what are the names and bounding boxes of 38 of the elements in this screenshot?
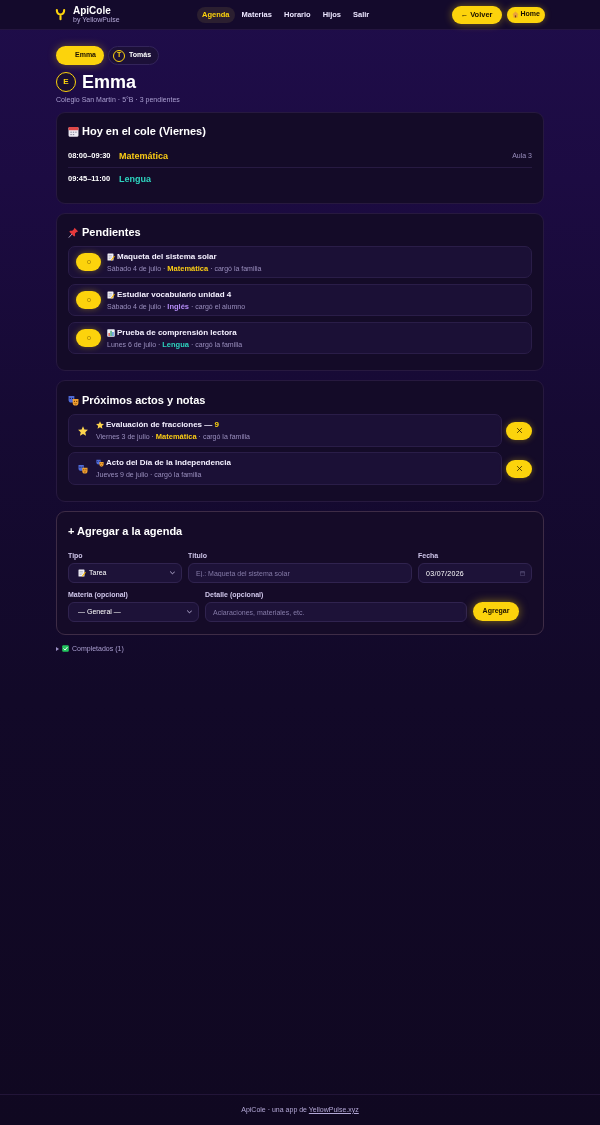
star-icon <box>78 425 88 436</box>
close-icon <box>516 466 522 471</box>
star-icon <box>96 421 104 429</box>
bar-chart-icon <box>107 328 115 337</box>
theater-masks-icon <box>96 459 104 467</box>
card-title: Hoy en el cole (Viernes) <box>82 124 206 138</box>
profile-avatar: E <box>56 72 76 92</box>
card-title: Próximos actos y notas <box>82 393 206 407</box>
logo-icon <box>55 8 66 21</box>
delete-button[interactable] <box>506 421 532 440</box>
subject-label: Lengua <box>119 174 151 184</box>
profile-name: Emma <box>82 73 137 91</box>
item-title: Evaluación de fracciones — 9 <box>106 420 219 430</box>
theater-masks-icon <box>68 394 79 406</box>
pushpin-icon <box>68 226 79 238</box>
complete-button[interactable] <box>76 253 101 271</box>
complete-button[interactable] <box>76 291 101 309</box>
complete-button[interactable] <box>76 329 101 347</box>
subject-label: Matemática <box>119 151 169 161</box>
close-icon <box>516 428 522 433</box>
item-title: Estudiar vocabulario unidad 4 <box>117 289 232 300</box>
item-title: Acto del Día de la Independencia <box>106 458 231 468</box>
memo-icon <box>78 569 86 577</box>
calendar-icon <box>68 125 79 137</box>
app-name: ApiCole <box>73 5 112 16</box>
memo-icon <box>107 252 115 261</box>
card-title: + Agregar a la agenda <box>68 524 184 538</box>
checkbox-icon <box>62 645 69 652</box>
house-icon <box>511 11 519 18</box>
item-title: Maqueta del sistema solar <box>117 251 217 262</box>
memo-icon <box>107 290 115 299</box>
calendar-icon <box>520 570 525 576</box>
card-title: Pendientes <box>82 225 141 239</box>
theater-masks-icon <box>78 463 88 474</box>
chevron-down-icon <box>187 610 192 614</box>
delete-button[interactable] <box>506 459 532 478</box>
chevron-down-icon <box>170 571 175 575</box>
item-title: Prueba de comprensión lectora <box>117 327 237 338</box>
